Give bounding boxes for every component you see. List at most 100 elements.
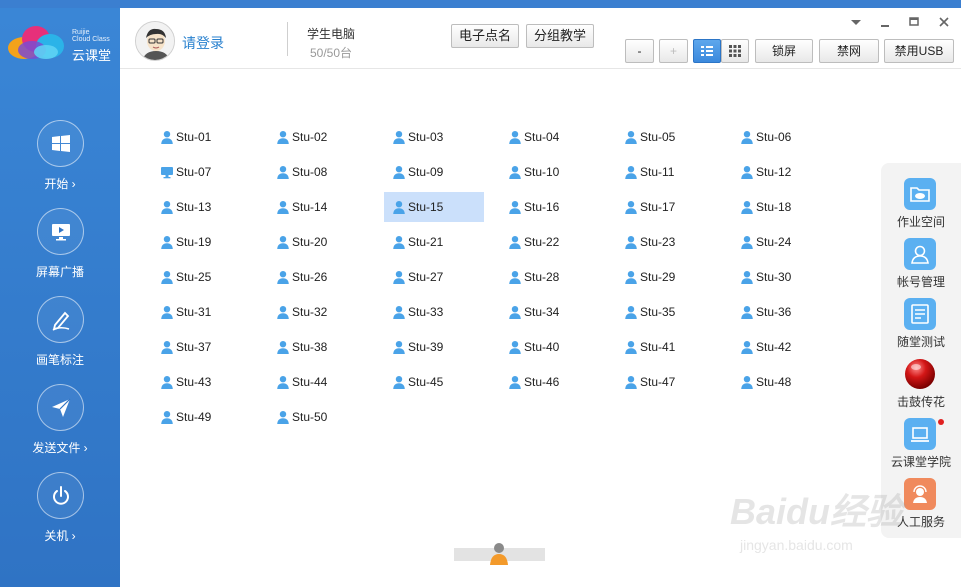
student-name: Stu-11	[640, 165, 675, 179]
sidebar-item-pen-annotate[interactable]: 画笔标注	[0, 296, 120, 376]
rollcall-button[interactable]: 电子点名	[451, 24, 519, 48]
account-management-button[interactable]: 帐号管理	[881, 238, 961, 298]
student-item[interactable]: Stu-15	[384, 192, 484, 222]
student-item[interactable]: Stu-36	[732, 297, 832, 327]
student-item[interactable]: Stu-08	[268, 157, 368, 187]
student-item[interactable]: Stu-47	[616, 367, 716, 397]
student-name: Stu-06	[756, 130, 792, 144]
zoom-in-button[interactable]: +	[659, 39, 688, 63]
student-person-icon	[392, 270, 406, 284]
student-pc-count: 50/50台	[310, 46, 353, 60]
student-item[interactable]: Stu-31	[152, 297, 252, 327]
student-person-icon	[276, 340, 290, 354]
student-item[interactable]: Stu-20	[268, 227, 368, 257]
student-item[interactable]: Stu-35	[616, 297, 716, 327]
student-item[interactable]: Stu-06	[732, 122, 832, 152]
student-item[interactable]: Stu-05	[616, 122, 716, 152]
student-item[interactable]: Stu-27	[384, 262, 484, 292]
dropdown-menu-icon[interactable]	[848, 14, 864, 30]
login-link[interactable]: 请登录	[182, 33, 224, 53]
student-item[interactable]: Stu-19	[152, 227, 252, 257]
student-item[interactable]: Stu-07	[152, 157, 252, 187]
homework-space-button[interactable]: 作业空间	[881, 178, 961, 238]
sidebar-item-screen-broadcast[interactable]: 屏幕广播	[0, 208, 120, 288]
student-item[interactable]: Stu-37	[152, 332, 252, 362]
student-item[interactable]: Stu-28	[500, 262, 600, 292]
student-item[interactable]: Stu-30	[732, 262, 832, 292]
student-person-icon	[740, 200, 754, 214]
class-quiz-button[interactable]: 随堂测试	[881, 298, 961, 358]
student-item[interactable]: Stu-21	[384, 227, 484, 257]
student-item[interactable]: Stu-04	[500, 122, 600, 152]
student-item[interactable]: Stu-23	[616, 227, 716, 257]
student-item[interactable]: Stu-45	[384, 367, 484, 397]
student-name: Stu-29	[640, 270, 676, 284]
header-divider	[287, 22, 288, 56]
student-name: Stu-10	[524, 165, 560, 179]
student-item[interactable]: Stu-42	[732, 332, 832, 362]
user-account-icon	[911, 245, 929, 264]
student-item[interactable]: Stu-48	[732, 367, 832, 397]
minimize-icon[interactable]	[877, 14, 893, 30]
sidebar-item-send-file[interactable]: 发送文件 ›	[0, 384, 120, 464]
student-item[interactable]: Stu-33	[384, 297, 484, 327]
student-item[interactable]: Stu-50	[268, 402, 368, 432]
student-item[interactable]: Stu-29	[616, 262, 716, 292]
student-item[interactable]: Stu-01	[152, 122, 252, 152]
teacher-person-icon[interactable]	[488, 541, 510, 565]
student-person-icon	[160, 305, 174, 319]
student-item[interactable]: Stu-03	[384, 122, 484, 152]
student-item[interactable]: Stu-40	[500, 332, 600, 362]
student-person-icon	[508, 340, 522, 354]
headset-agent-icon	[913, 485, 927, 503]
student-item[interactable]: Stu-17	[616, 192, 716, 222]
cloud-class-academy-button[interactable]: 云课堂学院	[881, 418, 961, 478]
student-name: Stu-16	[524, 200, 560, 214]
student-item[interactable]: Stu-13	[152, 192, 252, 222]
student-item[interactable]: Stu-43	[152, 367, 252, 397]
lock-screen-button[interactable]: 锁屏	[755, 39, 813, 63]
student-item[interactable]: Stu-39	[384, 332, 484, 362]
student-person-icon	[624, 340, 638, 354]
zoom-out-button[interactable]: -	[625, 39, 654, 63]
student-item[interactable]: Stu-41	[616, 332, 716, 362]
student-item[interactable]: Stu-18	[732, 192, 832, 222]
student-item[interactable]: Stu-16	[500, 192, 600, 222]
student-name: Stu-27	[408, 270, 444, 284]
student-pc-title: 学生电脑	[307, 27, 356, 41]
student-item[interactable]: Stu-44	[268, 367, 368, 397]
student-item[interactable]: Stu-25	[152, 262, 252, 292]
sidebar-item-start[interactable]: 开始 ›	[0, 120, 120, 200]
student-item[interactable]: Stu-46	[500, 367, 600, 397]
student-person-icon	[508, 270, 522, 284]
student-person-icon	[276, 130, 290, 144]
grid-view-button[interactable]	[721, 39, 749, 63]
group-teaching-button[interactable]: 分组教学	[526, 24, 594, 48]
student-item[interactable]: Stu-26	[268, 262, 368, 292]
student-item[interactable]: Stu-38	[268, 332, 368, 362]
list-view-button[interactable]	[693, 39, 721, 63]
maximize-icon[interactable]	[906, 14, 922, 30]
avatar[interactable]	[135, 21, 175, 61]
student-item[interactable]: Stu-09	[384, 157, 484, 187]
student-item[interactable]: Stu-32	[268, 297, 368, 327]
student-item[interactable]: Stu-10	[500, 157, 600, 187]
sidebar-item-label: 画笔标注	[35, 353, 84, 367]
student-item[interactable]: Stu-24	[732, 227, 832, 257]
pass-the-flower-button[interactable]: 击鼓传花	[881, 358, 961, 418]
disable-usb-button[interactable]: 禁用USB	[884, 39, 954, 63]
close-icon[interactable]	[936, 14, 952, 30]
customer-service-button[interactable]: 人工服务	[881, 478, 961, 538]
student-item[interactable]: Stu-02	[268, 122, 368, 152]
disable-network-button[interactable]: 禁网	[819, 39, 879, 63]
student-item[interactable]: Stu-11	[616, 157, 716, 187]
student-item[interactable]: Stu-14	[268, 192, 368, 222]
student-item[interactable]: Stu-49	[152, 402, 252, 432]
student-name: Stu-17	[640, 200, 676, 214]
student-item[interactable]: Stu-34	[500, 297, 600, 327]
sidebar-item-shutdown[interactable]: 关机 ›	[0, 472, 120, 552]
student-name: Stu-39	[408, 340, 444, 354]
student-item[interactable]: Stu-22	[500, 227, 600, 257]
student-item[interactable]: Stu-12	[732, 157, 832, 187]
student-person-icon	[508, 200, 522, 214]
